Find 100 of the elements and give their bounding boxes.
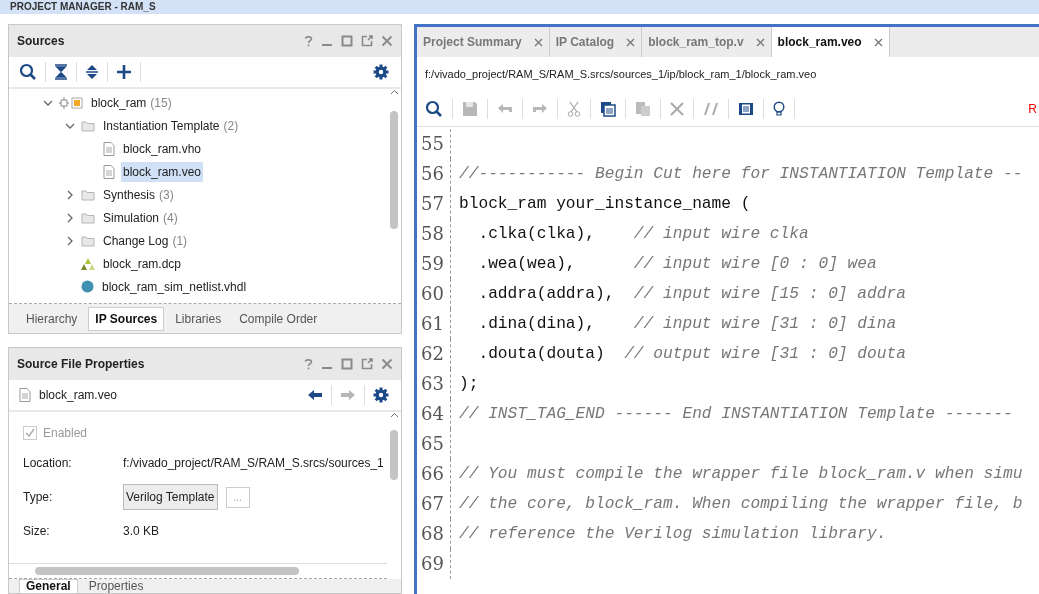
line-number: 62	[417, 339, 451, 369]
expand-all-icon[interactable]	[85, 64, 99, 80]
collapse-all-icon[interactable]	[54, 64, 68, 80]
line-number: 68	[417, 519, 451, 549]
code-line: .addra(addra), // input wire [15 : 0] addra	[477, 285, 906, 303]
forward-arrow-icon[interactable]	[340, 389, 356, 401]
editor-tab[interactable]: block_ram_top.v	[642, 27, 772, 57]
maximize-icon[interactable]	[341, 358, 353, 370]
close-icon[interactable]	[873, 37, 883, 47]
folder-icon	[81, 188, 95, 201]
type-button[interactable]: Verilog Template	[123, 484, 218, 510]
field-label: Location:	[23, 456, 73, 470]
field-label: Size:	[23, 524, 51, 538]
code-line: );	[458, 375, 479, 393]
globe-icon	[81, 280, 94, 293]
file-path: f:/vivado_project/RAM_S/RAM_S.srcs/sources_1/ip/block_ram_1/block_ram.veo	[424, 67, 818, 82]
comment-toggle-icon[interactable]	[703, 101, 719, 116]
chevron-right-icon[interactable]	[65, 212, 75, 223]
chevron-right-icon[interactable]	[65, 235, 75, 246]
folder-icon	[81, 119, 95, 132]
panel-tab[interactable]: IP Sources	[88, 306, 165, 331]
close-icon[interactable]	[626, 37, 636, 47]
code-line: //----------- Begin Cut here for INSTANTIATION Template --	[458, 165, 1023, 183]
document-icon	[19, 388, 31, 402]
line-number: 59	[417, 249, 451, 279]
code-line: .wea(wea), // input wire [0 : 0] wea	[477, 255, 877, 273]
checkpoint-icon	[81, 257, 95, 270]
copy-icon[interactable]	[600, 100, 616, 117]
tree-item[interactable]: Change Log	[101, 230, 171, 251]
tree-item[interactable]: Simulation	[101, 207, 162, 228]
file-name: block_ram.veo	[39, 388, 118, 402]
field-value: 3.0 KB	[123, 524, 160, 538]
back-arrow-icon[interactable]	[307, 389, 323, 401]
panel-tab[interactable]: Libraries	[168, 306, 229, 331]
field-label: Type:	[23, 490, 54, 504]
code-line: // You must compile the wrapper file block_ram.v when simu	[458, 465, 1023, 483]
add-icon[interactable]	[116, 64, 132, 80]
close-icon[interactable]	[381, 358, 393, 370]
redo-icon[interactable]	[532, 102, 548, 115]
paste-icon[interactable]	[635, 100, 651, 117]
code-line: // the core, block_ram. When compiling the wrapper file, b	[458, 495, 1023, 513]
line-number: 57	[417, 189, 451, 219]
maximize-icon[interactable]	[341, 35, 353, 47]
search-icon[interactable]	[19, 63, 37, 81]
folder-icon	[81, 234, 95, 247]
tree-item[interactable]: block_ram.vho	[121, 138, 204, 159]
tree-item[interactable]: block_ram	[89, 92, 149, 113]
close-icon[interactable]	[381, 35, 393, 47]
document-icon	[103, 164, 115, 179]
cut-icon[interactable]	[567, 100, 581, 117]
line-number: 69	[417, 549, 451, 579]
panel-tab[interactable]: Compile Order	[232, 306, 325, 331]
help-icon[interactable]	[304, 358, 313, 370]
ip-core-icon	[59, 96, 83, 109]
scroll-up-icon[interactable]	[390, 412, 399, 418]
panel-tab[interactable]: Hierarchy	[19, 306, 85, 331]
line-number: 55	[417, 129, 451, 159]
tree-item[interactable]: Instantiation Template	[101, 115, 222, 136]
code-line: // INST_TAG_END ------ End INSTANTIATION Template -------	[458, 405, 1013, 423]
item-count: (1)	[172, 233, 188, 248]
panel-title: Source File Properties	[17, 357, 146, 371]
editor-tab[interactable]: IP Catalog	[549, 27, 643, 57]
chevron-right-icon[interactable]	[65, 189, 75, 200]
scroll-thumb[interactable]	[390, 430, 398, 480]
search-icon[interactable]	[425, 99, 443, 118]
tree-item[interactable]: Synthesis	[101, 184, 158, 205]
panel-tab[interactable]: General	[19, 579, 78, 594]
settings-icon[interactable]	[373, 387, 389, 403]
scroll-thumb[interactable]	[35, 567, 299, 575]
save-icon[interactable]	[462, 100, 478, 117]
line-number: 56	[417, 159, 451, 189]
tree-item[interactable]: block_ram.veo	[121, 161, 204, 182]
help-icon[interactable]	[304, 35, 313, 47]
checkbox-label: Enabled	[43, 426, 88, 440]
window-title: PROJECT MANAGER - RAM_S	[10, 2, 156, 12]
template-icon[interactable]	[738, 101, 754, 116]
item-count: (15)	[150, 95, 172, 110]
scrollbar[interactable]	[9, 563, 387, 579]
editor-tab[interactable]: Project Summary	[417, 27, 550, 57]
undo-icon[interactable]	[497, 102, 513, 115]
code-line: .clka(clka), // input wire clka	[477, 225, 809, 243]
close-icon[interactable]	[755, 37, 765, 47]
close-icon[interactable]	[533, 37, 543, 47]
float-icon[interactable]	[361, 35, 373, 47]
line-number: 60	[417, 279, 451, 309]
float-icon[interactable]	[361, 358, 373, 370]
panel-tab[interactable]: Properties	[81, 579, 151, 594]
tree-item[interactable]: block_ram.dcp	[101, 253, 184, 274]
item-count: (2)	[223, 118, 239, 133]
tree-item[interactable]: block_ram_sim_netlist.vhdl	[100, 276, 249, 297]
lightbulb-icon[interactable]	[773, 100, 785, 117]
scroll-up-icon[interactable]	[390, 89, 399, 95]
code-line: block_ram your_instance_name (	[458, 195, 751, 213]
line-number: 61	[417, 309, 451, 339]
editor-tab[interactable]: block_ram.veo	[771, 27, 890, 57]
delete-icon[interactable]	[670, 101, 684, 116]
scroll-thumb[interactable]	[390, 111, 398, 229]
toolbar-label: R	[1028, 101, 1037, 116]
settings-icon[interactable]	[373, 64, 389, 80]
line-number: 63	[417, 369, 451, 399]
